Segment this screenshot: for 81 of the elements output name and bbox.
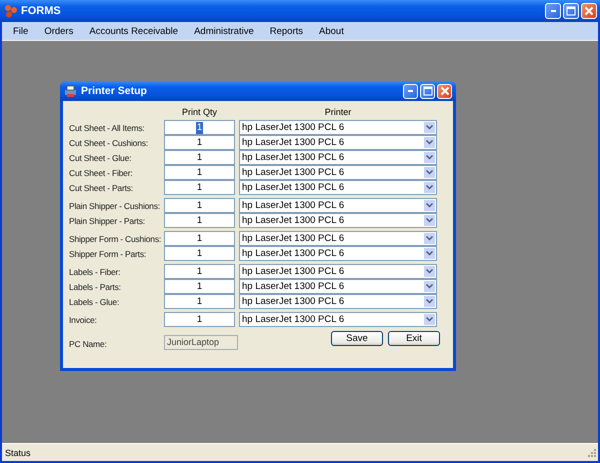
printer-dropdown[interactable]: hp LaserJet 1300 PCL 6 [239, 246, 437, 261]
chevron-down-icon [426, 299, 433, 304]
field-label: Cut Sheet - Parts: [69, 182, 134, 192]
field-label: Plain Shipper - Cushions: [69, 200, 160, 210]
printer-dropdown[interactable]: hp LaserJet 1300 PCL 6 [239, 135, 437, 150]
close-icon [584, 6, 594, 16]
printer-dropdown[interactable]: hp LaserJet 1300 PCL 6 [239, 231, 437, 246]
quantity-field[interactable]: 1 [164, 213, 235, 228]
printer-dropdown[interactable]: hp LaserJet 1300 PCL 6 [239, 198, 437, 213]
field-label: Cut Sheet - All Items: [69, 122, 146, 132]
chevron-down-icon [426, 155, 433, 160]
quantity-field[interactable]: 1 [164, 120, 235, 135]
printer-dropdown[interactable]: hp LaserJet 1300 PCL 6 [239, 312, 437, 327]
exit-button[interactable]: Exit [388, 331, 440, 346]
field-label: Plain Shipper - Parts: [69, 216, 146, 226]
close-icon [440, 86, 450, 96]
app-icon [4, 4, 18, 18]
menu-item[interactable]: About [311, 26, 352, 36]
field-label: Shipper Form - Parts: [69, 248, 148, 258]
field-label: Cut Sheet - Fiber: [69, 168, 134, 178]
menu-item[interactable]: Orders [36, 26, 82, 36]
save-button[interactable]: Save [331, 331, 383, 346]
field-label: Labels - Fiber: [69, 266, 122, 276]
field-label: Invoice: [69, 314, 98, 324]
field-label: Cut Sheet - Cushions: [69, 138, 149, 148]
dialog-title: Printer Setup [81, 85, 148, 97]
column-header: Print Qty [180, 107, 218, 117]
printer-dropdown[interactable]: hp LaserJet 1300 PCL 6 [239, 264, 437, 279]
quantity-field[interactable]: 1 [164, 180, 235, 195]
chevron-down-icon [426, 203, 433, 208]
chevron-down-icon [426, 269, 433, 274]
printer-dropdown[interactable]: hp LaserJet 1300 PCL 6 [239, 165, 437, 180]
quantity-field[interactable]: 1 [164, 198, 235, 213]
chevron-down-icon [426, 251, 433, 256]
field-label: Labels - Parts: [69, 282, 122, 292]
quantity-field[interactable]: 1 [164, 264, 235, 279]
menu-item[interactable]: File [5, 26, 36, 36]
minimize-icon [408, 90, 413, 92]
field-label: Shipper Form - Cushions: [69, 234, 160, 244]
maximize-icon [566, 6, 576, 16]
close-button[interactable] [581, 3, 597, 19]
field-label: Labels - Glue: [69, 296, 120, 306]
chevron-down-icon [426, 284, 433, 289]
menu-item[interactable]: Administrative [186, 26, 262, 36]
quantity-field[interactable]: 1 [164, 294, 235, 309]
maximize-button[interactable] [563, 3, 579, 19]
menu-item[interactable]: Accounts Receivable [81, 26, 186, 36]
status-text: Status [5, 448, 31, 458]
chevron-down-icon [426, 218, 433, 223]
quantity-field[interactable]: 1 [164, 150, 235, 165]
quantity-field[interactable]: 1 [164, 231, 235, 246]
resize-grip-icon [587, 448, 596, 457]
window-title: FORMS [21, 5, 62, 17]
field-label: Cut Sheet - Glue: [69, 152, 132, 162]
chevron-down-icon [426, 317, 433, 322]
printer-dropdown[interactable]: hp LaserJet 1300 PCL 6 [239, 120, 437, 135]
printer-dropdown[interactable]: hp LaserJet 1300 PCL 6 [239, 150, 437, 165]
chevron-down-icon [426, 140, 433, 145]
chevron-down-icon [426, 125, 433, 130]
printer-dropdown[interactable]: hp LaserJet 1300 PCL 6 [239, 180, 437, 195]
maximize-button[interactable] [420, 84, 435, 98]
printer-dropdown[interactable]: hp LaserJet 1300 PCL 6 [239, 279, 437, 294]
minimize-button[interactable] [545, 3, 561, 19]
column-header: Printer [324, 107, 352, 117]
field-label: PC Name: [69, 339, 108, 349]
quantity-field[interactable]: 1 [164, 279, 235, 294]
quantity-field[interactable]: 1 [164, 165, 235, 180]
quantity-field[interactable]: 1 [164, 246, 235, 261]
close-button[interactable] [437, 84, 452, 98]
chevron-down-icon [426, 185, 433, 190]
minimize-button[interactable] [403, 84, 418, 98]
maximize-icon [422, 86, 432, 96]
printer-dropdown[interactable]: hp LaserJet 1300 PCL 6 [239, 213, 437, 228]
printer-icon [64, 84, 77, 98]
printer-dropdown[interactable]: hp LaserJet 1300 PCL 6 [239, 294, 437, 309]
chevron-down-icon [426, 236, 433, 241]
minimize-icon [550, 10, 556, 12]
quantity-field[interactable]: 1 [164, 312, 235, 327]
quantity-field[interactable]: 1 [164, 135, 235, 150]
menu-item[interactable]: Reports [262, 26, 312, 36]
chevron-down-icon [426, 170, 433, 175]
